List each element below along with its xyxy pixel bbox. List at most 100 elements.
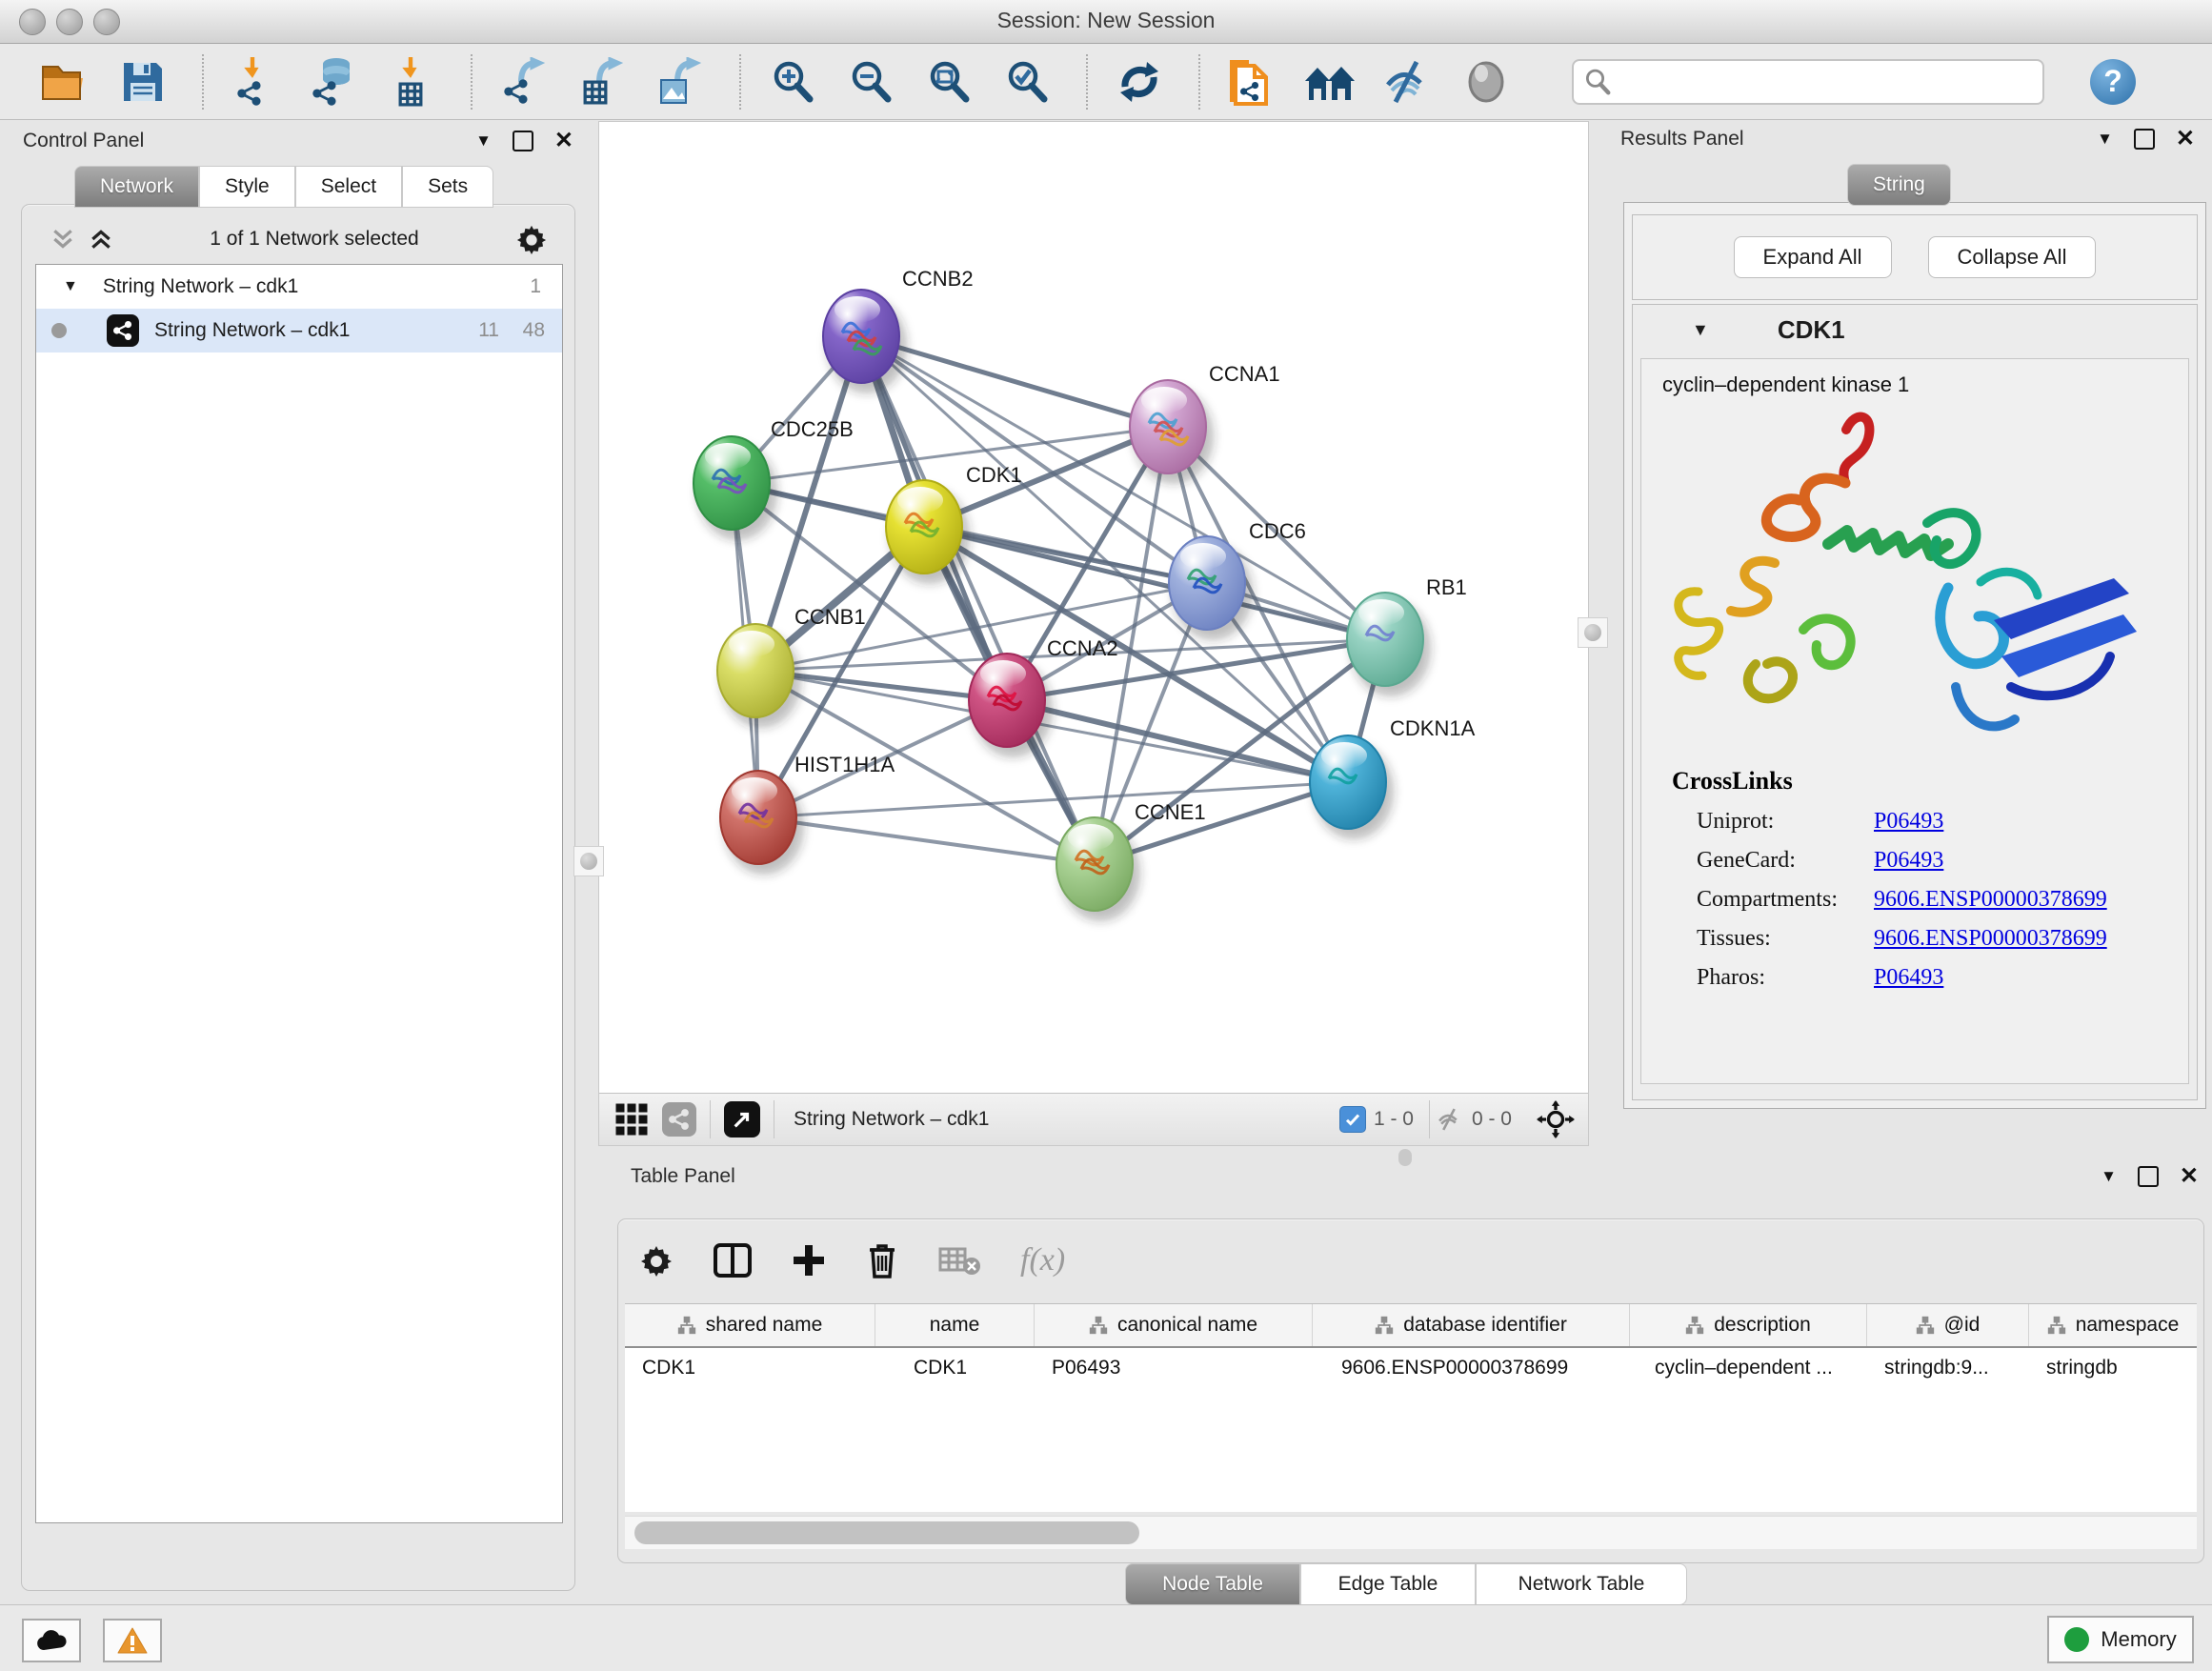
network-edge[interactable] <box>861 336 1095 864</box>
table-panel-close-icon[interactable]: ✕ <box>2180 1168 2199 1185</box>
scrollbar-thumb[interactable] <box>634 1521 1139 1544</box>
import-network-from-file-button[interactable] <box>229 55 282 109</box>
delete-table-icon[interactable] <box>938 1245 980 1276</box>
column-header-name[interactable]: name <box>875 1304 1035 1346</box>
network-canvas[interactable]: CCNB2CCNA1CDC25BCDK1CDC6RB1CCNB1CCNA2CDK… <box>599 122 1588 1094</box>
warning-button[interactable] <box>103 1619 162 1662</box>
network-node-ccnb2[interactable]: CCNB2 <box>823 267 974 393</box>
column-header-database-identifier[interactable]: database identifier <box>1313 1304 1630 1346</box>
detach-view-icon[interactable] <box>724 1101 760 1137</box>
results-panel-float-icon[interactable] <box>2134 129 2155 150</box>
network-edge[interactable] <box>861 336 1168 427</box>
control-panel-menu-icon[interactable]: ▼ <box>475 131 492 151</box>
network-node-cdkn1a[interactable]: CDKN1A <box>1310 716 1476 839</box>
collapse-all-button[interactable]: Collapse All <box>1928 236 2097 278</box>
network-node-cdc25b[interactable]: CDC25B <box>694 417 854 540</box>
selected-node-edge-count: 1 - 0 <box>1374 1108 1414 1131</box>
control-panel-close-icon[interactable]: ✕ <box>554 132 573 150</box>
tab-node-table[interactable]: Node Table <box>1125 1563 1300 1605</box>
selected-checkbox-icon[interactable] <box>1339 1106 1366 1133</box>
right-splitter-handle[interactable] <box>1578 617 1608 648</box>
zoom-selected-button[interactable] <box>1000 55 1054 109</box>
crosslink-uniprot-link[interactable]: P06493 <box>1874 809 1943 835</box>
window-title: Session: New Session <box>0 8 2212 33</box>
delete-column-icon[interactable] <box>866 1242 898 1278</box>
hidden-eye-icon[interactable] <box>1436 1107 1464 1132</box>
collection-expand-icon[interactable]: ▼ <box>63 278 78 295</box>
network-options-gear-icon[interactable] <box>515 223 548 255</box>
export-image-button[interactable] <box>654 55 707 109</box>
cell-id[interactable]: stringdb:9... <box>1867 1348 2029 1388</box>
network-node-ccna1[interactable]: CCNA1 <box>1130 362 1280 484</box>
tab-style[interactable]: Style <box>199 166 295 208</box>
apply-preferred-layout-button[interactable] <box>1113 55 1166 109</box>
node-label: HIST1H1A <box>794 753 895 776</box>
crosslink-pharos-link[interactable]: P06493 <box>1874 965 1943 991</box>
open-session-button[interactable] <box>38 55 91 109</box>
cloud-button[interactable] <box>22 1619 81 1662</box>
column-header-description[interactable]: description <box>1630 1304 1867 1346</box>
table-panel-float-icon[interactable] <box>2138 1166 2159 1187</box>
create-column-icon[interactable] <box>792 1243 826 1278</box>
tab-edge-table[interactable]: Edge Table <box>1300 1563 1476 1605</box>
save-session-button[interactable] <box>116 55 170 109</box>
table-settings-gear-icon[interactable] <box>639 1243 674 1278</box>
tab-string[interactable]: String <box>1847 164 1951 206</box>
cdk1-section-expand-icon[interactable]: ▼ <box>1692 320 1709 340</box>
column-header-shared-name[interactable]: shared name <box>625 1304 875 1346</box>
birdseye-view-icon[interactable] <box>662 1102 696 1137</box>
cell-namespace[interactable]: stringdb <box>2029 1348 2197 1388</box>
preview-button[interactable] <box>1459 55 1513 109</box>
tab-network[interactable]: Network <box>74 166 199 208</box>
crosslink-genecard-link[interactable]: P06493 <box>1874 848 1943 874</box>
column-header-namespace[interactable]: namespace <box>2029 1304 2197 1346</box>
node-label: CCNB1 <box>794 605 866 629</box>
zoom-out-button[interactable] <box>844 55 897 109</box>
results-panel-menu-icon[interactable]: ▼ <box>2097 130 2113 149</box>
cell-shared-name[interactable]: CDK1 <box>625 1348 875 1388</box>
expand-all-networks-icon[interactable] <box>89 227 113 252</box>
cell-description[interactable]: cyclin–dependent ... <box>1630 1348 1867 1388</box>
tab-sets[interactable]: Sets <box>402 166 493 208</box>
results-panel-close-icon[interactable]: ✕ <box>2176 131 2195 148</box>
export-network-button[interactable] <box>497 55 551 109</box>
show-hide-graphics-details-button[interactable] <box>1381 55 1435 109</box>
network-edge[interactable] <box>758 817 1095 864</box>
zoom-in-button[interactable] <box>766 55 819 109</box>
network-row-selected[interactable]: String Network – cdk1 11 48 <box>36 309 562 352</box>
expand-all-button[interactable]: Expand All <box>1734 236 1892 278</box>
table-horizontal-scrollbar[interactable] <box>625 1516 2197 1549</box>
function-builder-icon[interactable]: f(x) <box>1020 1242 1065 1278</box>
memory-button[interactable]: Memory <box>2047 1616 2194 1663</box>
collapse-all-networks-icon[interactable] <box>50 227 75 252</box>
home-button[interactable] <box>1303 55 1357 109</box>
bottom-splitter-handle[interactable] <box>1398 1149 1412 1166</box>
share-document-button[interactable] <box>1225 55 1278 109</box>
network-node-rb1[interactable]: RB1 <box>1347 575 1467 696</box>
fit-content-crosshair-icon[interactable] <box>1537 1100 1575 1138</box>
zoom-fit-button[interactable] <box>922 55 975 109</box>
cell-database-identifier[interactable]: 9606.ENSP00000378699 <box>1313 1348 1630 1388</box>
network-node-ccne1[interactable]: CCNE1 <box>1056 800 1206 921</box>
search-input[interactable] <box>1618 65 2031 97</box>
network-node-cdc6[interactable]: CDC6 <box>1169 519 1306 640</box>
tab-network-table[interactable]: Network Table <box>1476 1563 1687 1605</box>
left-splitter-handle[interactable] <box>573 846 604 876</box>
crosslink-tissues-link[interactable]: 9606.ENSP00000378699 <box>1874 926 2107 952</box>
import-network-from-database-button[interactable] <box>307 55 360 109</box>
column-header-id[interactable]: @id <box>1867 1304 2029 1346</box>
export-table-button[interactable] <box>575 55 629 109</box>
table-row[interactable]: CDK1 CDK1 P06493 9606.ENSP00000378699 cy… <box>625 1348 2197 1388</box>
tab-select[interactable]: Select <box>295 166 402 208</box>
column-header-canonical-name[interactable]: canonical name <box>1035 1304 1313 1346</box>
control-panel-float-icon[interactable] <box>513 131 533 151</box>
import-table-from-file-button[interactable] <box>385 55 438 109</box>
cell-name[interactable]: CDK1 <box>875 1348 1035 1388</box>
help-icon[interactable]: ? <box>2090 59 2136 105</box>
crosslink-compartments-link[interactable]: 9606.ENSP00000378699 <box>1874 887 2107 913</box>
table-panel-menu-icon[interactable]: ▼ <box>2101 1167 2117 1186</box>
grid-view-icon[interactable] <box>614 1102 649 1137</box>
network-collection-row[interactable]: ▼ String Network – cdk1 1 <box>36 265 562 309</box>
cell-canonical-name[interactable]: P06493 <box>1035 1348 1313 1388</box>
show-columns-icon[interactable] <box>714 1243 752 1278</box>
